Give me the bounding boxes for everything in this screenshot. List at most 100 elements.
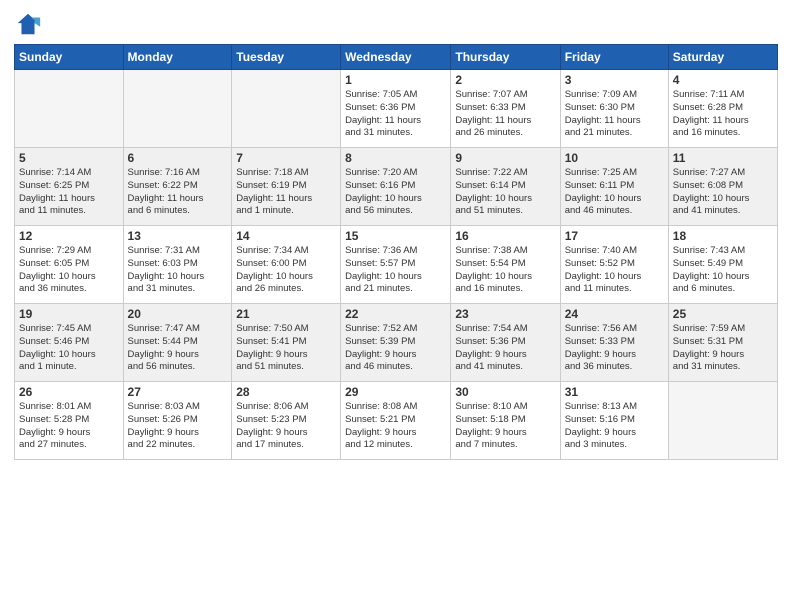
- day-number: 31: [565, 385, 664, 399]
- day-number: 5: [19, 151, 119, 165]
- day-number: 22: [345, 307, 446, 321]
- day-number: 18: [673, 229, 773, 243]
- calendar-cell: 10Sunrise: 7:25 AMSunset: 6:11 PMDayligh…: [560, 148, 668, 226]
- calendar-week-row: 26Sunrise: 8:01 AMSunset: 5:28 PMDayligh…: [15, 382, 778, 460]
- calendar-cell: 24 Sunrise: 7:56 AMSunset: 5:33 PMDayligh…: [560, 304, 668, 382]
- day-info: Sunrise: 7:29 AMSunset: 6:05 PMDaylight:…: [19, 245, 119, 296]
- day-number: 15: [345, 229, 446, 243]
- calendar-cell: 18 Sunrise: 7:43 AMSunset: 5:49 PMDayligh…: [668, 226, 777, 304]
- calendar-week-row: 19Sunrise: 7:45 AMSunset: 5:46 PMDayligh…: [15, 304, 778, 382]
- calendar-cell: 30Sunrise: 8:10 AMSunset: 5:18 PMDayligh…: [451, 382, 560, 460]
- day-number: 16: [455, 229, 555, 243]
- calendar-cell: 11 Sunrise: 7:27 AMSunset: 6:08 PMDayligh…: [668, 148, 777, 226]
- day-info: Sunrise: 7:59 AMSunset: 5:31 PMDaylight:…: [673, 323, 773, 374]
- calendar-cell: 16Sunrise: 7:38 AMSunset: 5:54 PMDayligh…: [451, 226, 560, 304]
- day-info: Sunrise: 8:13 AMSunset: 5:16 PMDaylight:…: [565, 401, 664, 452]
- calendar-cell: 7 Sunrise: 7:18 AMSunset: 6:19 PMDaylight…: [232, 148, 341, 226]
- page: SundayMondayTuesdayWednesdayThursdayFrid…: [0, 0, 792, 612]
- calendar-week-row: 5 Sunrise: 7:14 AMSunset: 6:25 PMDaylight…: [15, 148, 778, 226]
- day-info: Sunrise: 7:09 AMSunset: 6:30 PMDaylight:…: [565, 89, 664, 140]
- weekday-header-monday: Monday: [123, 45, 232, 70]
- day-info: Sunrise: 7:50 AMSunset: 5:41 PMDaylight:…: [236, 323, 336, 374]
- day-info: Sunrise: 7:11 AMSunset: 6:28 PMDaylight:…: [673, 89, 773, 140]
- calendar-cell: [123, 70, 232, 148]
- calendar-cell: 14 Sunrise: 7:34 AMSunset: 6:00 PMDayligh…: [232, 226, 341, 304]
- calendar-cell: 23 Sunrise: 7:54 AMSunset: 5:36 PMDayligh…: [451, 304, 560, 382]
- day-number: 4: [673, 73, 773, 87]
- calendar-cell: 13 Sunrise: 7:31 AMSunset: 6:03 PMDayligh…: [123, 226, 232, 304]
- day-number: 2: [455, 73, 555, 87]
- day-number: 17: [565, 229, 664, 243]
- calendar-cell: 15 Sunrise: 7:36 AMSunset: 5:57 PMDayligh…: [341, 226, 451, 304]
- day-number: 3: [565, 73, 664, 87]
- day-number: 28: [236, 385, 336, 399]
- day-info: Sunrise: 7:43 AMSunset: 5:49 PMDaylight:…: [673, 245, 773, 296]
- calendar-cell: 6Sunrise: 7:16 AMSunset: 6:22 PMDaylight…: [123, 148, 232, 226]
- day-number: 27: [128, 385, 228, 399]
- weekday-header-wednesday: Wednesday: [341, 45, 451, 70]
- calendar-cell: 17 Sunrise: 7:40 AMSunset: 5:52 PMDayligh…: [560, 226, 668, 304]
- day-info: Sunrise: 7:36 AMSunset: 5:57 PMDaylight:…: [345, 245, 446, 296]
- day-info: Sunrise: 8:03 AMSunset: 5:26 PMDaylight:…: [128, 401, 228, 452]
- weekday-header-sunday: Sunday: [15, 45, 124, 70]
- day-info: Sunrise: 7:54 AMSunset: 5:36 PMDaylight:…: [455, 323, 555, 374]
- calendar-cell: 20 Sunrise: 7:47 AMSunset: 5:44 PMDayligh…: [123, 304, 232, 382]
- calendar-cell: 28 Sunrise: 8:06 AMSunset: 5:23 PMDayligh…: [232, 382, 341, 460]
- day-number: 23: [455, 307, 555, 321]
- day-info: Sunrise: 8:08 AMSunset: 5:21 PMDaylight:…: [345, 401, 446, 452]
- day-number: 10: [565, 151, 664, 165]
- day-number: 1: [345, 73, 446, 87]
- calendar-cell: 2Sunrise: 7:07 AMSunset: 6:33 PMDaylight…: [451, 70, 560, 148]
- day-number: 20: [128, 307, 228, 321]
- calendar-cell: 4 Sunrise: 7:11 AMSunset: 6:28 PMDaylight…: [668, 70, 777, 148]
- day-info: Sunrise: 7:56 AMSunset: 5:33 PMDaylight:…: [565, 323, 664, 374]
- day-info: Sunrise: 7:31 AMSunset: 6:03 PMDaylight:…: [128, 245, 228, 296]
- calendar-cell: 29 Sunrise: 8:08 AMSunset: 5:21 PMDayligh…: [341, 382, 451, 460]
- calendar-cell: 12 Sunrise: 7:29 AMSunset: 6:05 PMDayligh…: [15, 226, 124, 304]
- weekday-header-tuesday: Tuesday: [232, 45, 341, 70]
- day-number: 24: [565, 307, 664, 321]
- calendar-cell: [668, 382, 777, 460]
- day-info: Sunrise: 7:18 AMSunset: 6:19 PMDaylight:…: [236, 167, 336, 218]
- day-info: Sunrise: 7:52 AMSunset: 5:39 PMDaylight:…: [345, 323, 446, 374]
- day-number: 29: [345, 385, 446, 399]
- calendar-cell: [232, 70, 341, 148]
- day-number: 21: [236, 307, 336, 321]
- day-info: Sunrise: 7:34 AMSunset: 6:00 PMDaylight:…: [236, 245, 336, 296]
- weekday-header-row: SundayMondayTuesdayWednesdayThursdayFrid…: [15, 45, 778, 70]
- day-number: 12: [19, 229, 119, 243]
- calendar-cell: [15, 70, 124, 148]
- day-info: Sunrise: 7:14 AMSunset: 6:25 PMDaylight:…: [19, 167, 119, 218]
- calendar-cell: 5 Sunrise: 7:14 AMSunset: 6:25 PMDaylight…: [15, 148, 124, 226]
- calendar-week-row: 1 Sunrise: 7:05 AMSunset: 6:36 PMDaylight…: [15, 70, 778, 148]
- weekday-header-saturday: Saturday: [668, 45, 777, 70]
- day-info: Sunrise: 7:27 AMSunset: 6:08 PMDaylight:…: [673, 167, 773, 218]
- calendar-cell: 22 Sunrise: 7:52 AMSunset: 5:39 PMDayligh…: [341, 304, 451, 382]
- calendar-cell: 3 Sunrise: 7:09 AMSunset: 6:30 PMDaylight…: [560, 70, 668, 148]
- calendar-cell: 21 Sunrise: 7:50 AMSunset: 5:41 PMDayligh…: [232, 304, 341, 382]
- day-info: Sunrise: 8:10 AMSunset: 5:18 PMDaylight:…: [455, 401, 555, 452]
- day-number: 19: [19, 307, 119, 321]
- day-number: 26: [19, 385, 119, 399]
- calendar-cell: 19Sunrise: 7:45 AMSunset: 5:46 PMDayligh…: [15, 304, 124, 382]
- day-info: Sunrise: 7:47 AMSunset: 5:44 PMDaylight:…: [128, 323, 228, 374]
- day-number: 14: [236, 229, 336, 243]
- day-number: 9: [455, 151, 555, 165]
- day-number: 8: [345, 151, 446, 165]
- day-number: 13: [128, 229, 228, 243]
- day-info: Sunrise: 8:06 AMSunset: 5:23 PMDaylight:…: [236, 401, 336, 452]
- day-number: 7: [236, 151, 336, 165]
- calendar-cell: 25 Sunrise: 7:59 AMSunset: 5:31 PMDayligh…: [668, 304, 777, 382]
- day-info: Sunrise: 7:05 AMSunset: 6:36 PMDaylight:…: [345, 89, 446, 140]
- day-info: Sunrise: 7:20 AMSunset: 6:16 PMDaylight:…: [345, 167, 446, 218]
- day-number: 25: [673, 307, 773, 321]
- logo: [14, 10, 45, 38]
- calendar-cell: 26Sunrise: 8:01 AMSunset: 5:28 PMDayligh…: [15, 382, 124, 460]
- calendar-cell: 27 Sunrise: 8:03 AMSunset: 5:26 PMDayligh…: [123, 382, 232, 460]
- day-info: Sunrise: 7:40 AMSunset: 5:52 PMDaylight:…: [565, 245, 664, 296]
- calendar-cell: 31 Sunrise: 8:13 AMSunset: 5:16 PMDayligh…: [560, 382, 668, 460]
- day-info: Sunrise: 7:22 AMSunset: 6:14 PMDaylight:…: [455, 167, 555, 218]
- day-number: 11: [673, 151, 773, 165]
- logo-icon: [14, 10, 42, 38]
- calendar-week-row: 12 Sunrise: 7:29 AMSunset: 6:05 PMDayligh…: [15, 226, 778, 304]
